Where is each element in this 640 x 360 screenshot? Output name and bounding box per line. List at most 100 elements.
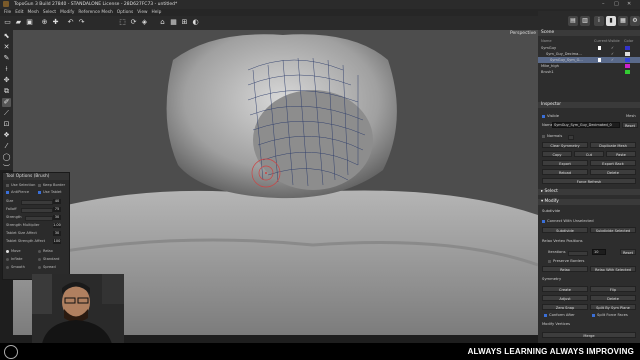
subdivide-selected-button[interactable]: Subdivide Selected xyxy=(590,227,636,233)
strength-multiplier-value[interactable]: 1.00 xyxy=(53,223,61,228)
color-swatch[interactable] xyxy=(625,70,630,74)
grid-layout-icon[interactable]: ▦ xyxy=(618,16,628,26)
redo-icon[interactable]: ↷ xyxy=(77,18,86,27)
mesh-name-field[interactable]: SymGuy_Sym_Guy_Decimated_0 xyxy=(552,122,620,128)
strength-value[interactable]: 30 xyxy=(53,215,61,220)
use-tablet-checkbox[interactable]: Use Tablet xyxy=(38,190,62,194)
size-slider[interactable] xyxy=(21,200,53,205)
use-selection-checkbox[interactable]: Use Selection xyxy=(6,183,35,187)
cut-tool-icon[interactable]: ⟋ xyxy=(2,109,11,118)
tablet-size-affect-value[interactable]: 30 xyxy=(53,231,61,236)
duplicate-mesh-button[interactable]: Duplicate Mesh xyxy=(590,142,636,148)
select-tool-icon[interactable]: ⬉ xyxy=(2,32,11,41)
delete-button[interactable]: Delete xyxy=(590,169,636,175)
new-file-icon[interactable]: ▭ xyxy=(3,18,12,27)
fill-tool-icon[interactable]: ⊡ xyxy=(2,120,11,129)
create-tool-icon[interactable]: ✎ xyxy=(2,54,11,63)
relax-with-selected-button[interactable]: Relax With Selected xyxy=(590,266,636,272)
connect-with-unselected-checkbox[interactable]: Connect With Unselected xyxy=(542,219,594,223)
menu-select[interactable]: Select xyxy=(43,10,56,15)
merge-button[interactable]: Merge xyxy=(542,332,636,338)
relax-button[interactable]: Relax xyxy=(542,266,588,272)
color-swatch[interactable] xyxy=(625,58,630,62)
render-icon[interactable]: ◐ xyxy=(191,18,200,27)
falloff-value[interactable]: 75 xyxy=(53,207,61,212)
symmetry-delete-button[interactable]: Delete xyxy=(590,295,636,301)
subdivide-button[interactable]: Subdivide xyxy=(542,227,588,233)
split-by-sym-plane-button[interactable]: Split By Sym Plane xyxy=(590,304,636,310)
color-swatch[interactable] xyxy=(625,52,630,56)
menu-mesh[interactable]: Mesh xyxy=(28,10,39,15)
force-refresh-button[interactable]: Force Refresh xyxy=(542,178,636,184)
iterations-reset-button[interactable]: Reset xyxy=(620,249,636,255)
knife-tool-icon[interactable]: ⁄ xyxy=(2,142,11,151)
cross-tool-icon[interactable]: ✕ xyxy=(2,43,11,52)
normals-checkbox[interactable]: Normals xyxy=(542,134,562,138)
split-view-icon[interactable]: ▥ xyxy=(580,16,590,26)
iterations-slider[interactable] xyxy=(568,251,588,256)
maximize-icon[interactable]: □ xyxy=(614,1,619,7)
circle-tool-icon[interactable]: ◯ xyxy=(2,153,11,162)
falloff-slider[interactable] xyxy=(21,208,53,213)
size-value[interactable]: 40 xyxy=(53,199,61,204)
export-button[interactable]: Export xyxy=(542,160,588,166)
select-section-header[interactable]: ▸ Select xyxy=(538,189,640,195)
panel-layout-icon[interactable]: ▮ xyxy=(606,16,616,26)
save-icon[interactable]: ▣ xyxy=(25,18,34,27)
strength-slider[interactable] xyxy=(25,216,53,221)
export-back-button[interactable]: Export Back xyxy=(590,160,636,166)
preserve-borders-checkbox[interactable]: Preserve Borders xyxy=(548,259,584,263)
rotate-icon[interactable]: ⟳ xyxy=(129,18,138,27)
open-folder-icon[interactable]: ▰ xyxy=(14,18,23,27)
edge-tool-icon[interactable]: ⟊ xyxy=(2,65,11,74)
minimize-icon[interactable]: – xyxy=(602,1,605,7)
undo-icon[interactable]: ↶ xyxy=(66,18,75,27)
clear-symmetry-button[interactable]: Clear Symmetry xyxy=(542,142,588,148)
select-mode-icon[interactable]: ⬚ xyxy=(118,18,127,27)
inflate-radio[interactable]: Inflate xyxy=(6,257,22,261)
create-button[interactable]: Create xyxy=(542,286,588,292)
antipierce-checkbox[interactable]: AntiPierce xyxy=(6,190,29,194)
menu-file[interactable]: File xyxy=(4,10,11,15)
menu-modify[interactable]: Modify xyxy=(60,10,74,15)
conform-after-checkbox[interactable]: Conform After xyxy=(544,313,575,317)
copy-button[interactable]: Copy xyxy=(542,151,572,157)
current-indicator[interactable] xyxy=(598,46,601,50)
normals-slider[interactable] xyxy=(568,135,574,140)
close-icon[interactable]: ✕ xyxy=(627,1,631,7)
iterations-value[interactable]: 10 xyxy=(592,249,606,255)
modify-section-header[interactable]: ▾ Modify xyxy=(538,199,640,205)
menu-reference-mesh[interactable]: Reference Mesh xyxy=(78,10,112,15)
paste-button[interactable]: Paste xyxy=(606,151,636,157)
split-force-faces-checkbox[interactable]: Split Force Faces xyxy=(592,313,628,317)
zero-snap-button[interactable]: Zero Snap xyxy=(542,304,588,310)
adjust-button[interactable]: Adjust xyxy=(542,295,588,301)
flip-button[interactable]: Flip xyxy=(590,286,636,292)
color-swatch[interactable] xyxy=(625,46,630,50)
spread-radio[interactable]: Spread xyxy=(38,265,56,269)
grid-icon[interactable]: ▦ xyxy=(169,18,178,27)
import-icon[interactable]: ⊕ xyxy=(40,18,49,27)
vertex-mode-icon[interactable]: ◈ xyxy=(140,18,149,27)
bridge-tool-icon[interactable]: ⧉ xyxy=(2,87,11,96)
move-radio[interactable]: Move xyxy=(6,249,21,253)
move-tool-icon[interactable]: ✥ xyxy=(2,76,11,85)
scene-item[interactable]: Brush1 xyxy=(538,69,640,75)
settings-icon[interactable]: ⚙ xyxy=(630,16,640,26)
visible-checkbox[interactable]: Visible xyxy=(542,114,559,118)
brush-tool-icon[interactable]: ✐ xyxy=(2,98,11,107)
color-swatch[interactable] xyxy=(625,64,630,68)
menu-view[interactable]: View xyxy=(137,10,147,15)
projection-label[interactable]: Perspective xyxy=(510,31,536,36)
cut-button[interactable]: Cut xyxy=(574,151,604,157)
menu-edit[interactable]: Edit xyxy=(15,10,23,15)
standard-radio[interactable]: Standard xyxy=(38,257,59,261)
symmetry-icon[interactable]: ⌂ xyxy=(158,18,167,27)
current-indicator[interactable] xyxy=(598,58,601,62)
reset-button[interactable]: Reset xyxy=(622,122,638,128)
scene-panel-toggle-icon[interactable]: ▤ xyxy=(568,16,578,26)
paint-tool-icon[interactable]: ❖ xyxy=(2,131,11,140)
tablet-strength-affect-value[interactable]: 100 xyxy=(53,239,61,244)
keep-border-checkbox[interactable]: Keep Border xyxy=(38,183,65,187)
relax-radio[interactable]: Relax xyxy=(38,249,53,253)
